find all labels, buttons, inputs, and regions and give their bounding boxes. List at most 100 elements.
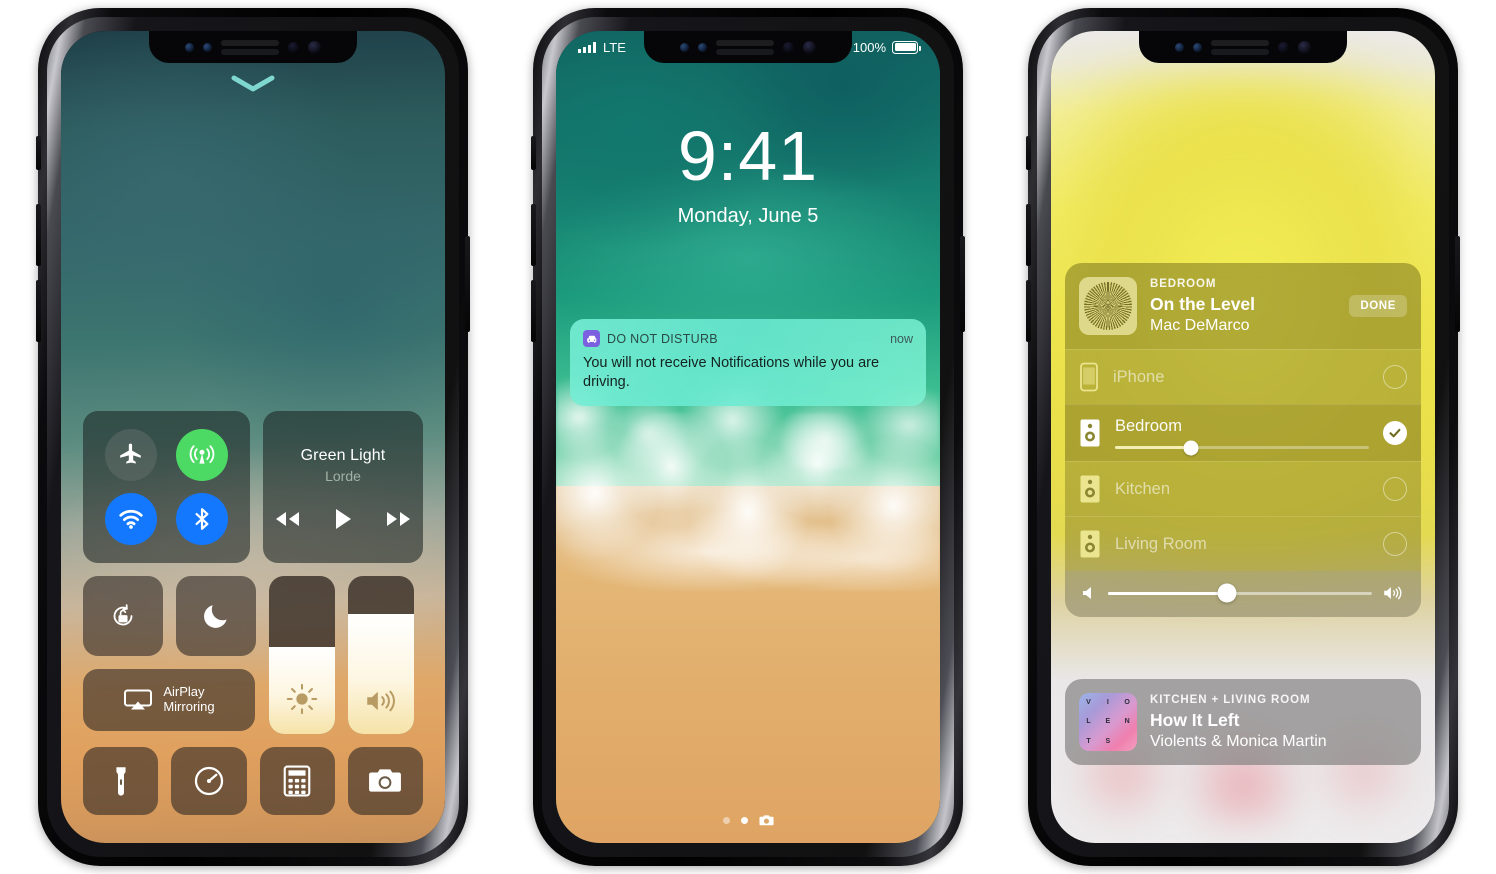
- page-dot-2[interactable]: [740, 817, 748, 824]
- done-button[interactable]: DONE: [1349, 295, 1407, 317]
- earpiece-speaker: [1211, 39, 1269, 55]
- album-artwork-violents: V I O L E N T S: [1079, 693, 1137, 751]
- page-dot-1[interactable]: [722, 817, 730, 824]
- flashlight-button[interactable]: [83, 747, 159, 815]
- rotation-lock-button[interactable]: [83, 576, 163, 656]
- camera-icon: [758, 815, 774, 826]
- notification-app-name: DO NOT DISTURB: [607, 331, 718, 346]
- volume-slider-track[interactable]: [348, 576, 414, 734]
- master-volume-slider[interactable]: [1108, 583, 1372, 603]
- rewind-icon: [276, 512, 299, 526]
- flashlight-icon: [116, 767, 126, 796]
- airplane-icon: [119, 443, 141, 464]
- airplay-mirroring-button[interactable]: AirPlay Mirroring: [83, 669, 255, 731]
- airplane-mode-toggle[interactable]: [104, 429, 157, 481]
- wifi-toggle[interactable]: [104, 493, 157, 545]
- cellular-data-toggle[interactable]: [176, 429, 229, 481]
- cc-row-connectivity-media: Green Light Lorde: [83, 411, 423, 563]
- control-center-grid: Green Light Lorde AirPlay Mirroring: [83, 411, 423, 815]
- airplay-device-list: iPhone Bedroom Kitchen Living Room: [1065, 349, 1421, 571]
- volume-down-button[interactable]: [531, 280, 536, 342]
- airplay-label-line1: AirPlay: [163, 684, 205, 700]
- power-button[interactable]: [960, 236, 965, 332]
- screen: Green Light Lorde AirPlay Mirroring: [61, 31, 445, 843]
- dot-projector-icon: [1278, 41, 1289, 53]
- volume-up-button[interactable]: [1026, 204, 1031, 266]
- brightness-slider-track[interactable]: [269, 576, 335, 734]
- volume-down-button[interactable]: [1026, 280, 1031, 342]
- now-playing-tile[interactable]: Green Light Lorde: [263, 411, 423, 563]
- master-volume-row: [1065, 571, 1421, 617]
- do-not-disturb-button[interactable]: [176, 576, 256, 656]
- rewind-button[interactable]: [273, 509, 301, 529]
- airplay-select-circle[interactable]: [1383, 477, 1407, 501]
- mute-switch[interactable]: [1026, 136, 1031, 170]
- speaker-grille-top: [221, 39, 279, 46]
- media-controls: [273, 507, 413, 531]
- volume-up-button[interactable]: [36, 204, 41, 266]
- bluetooth-icon: [195, 508, 209, 530]
- airplay-device-name: Bedroom: [1115, 417, 1182, 435]
- airplay-select-circle[interactable]: [1383, 365, 1407, 389]
- speaker-grille-top: [1211, 39, 1269, 46]
- power-button[interactable]: [465, 236, 470, 332]
- volume-up-button[interactable]: [531, 204, 536, 266]
- screen: BEDROOM On the Level Mac DeMarco DONE iP…: [1051, 31, 1435, 843]
- mute-switch[interactable]: [36, 136, 41, 170]
- bedroom-volume-slider[interactable]: [1115, 440, 1369, 455]
- volume-down-button[interactable]: [36, 280, 41, 342]
- chevron-down-icon[interactable]: [231, 75, 275, 93]
- mute-switch[interactable]: [531, 136, 536, 170]
- camera-shortcut-button[interactable]: [758, 814, 774, 827]
- airplay-select-circle-checked[interactable]: [1383, 421, 1407, 445]
- dot-projector-icon: [288, 41, 299, 53]
- now-playing-artist: Mac DeMarco: [1150, 316, 1250, 334]
- airplay-device-living-room[interactable]: Living Room: [1065, 516, 1421, 571]
- speaker-grille-bottom: [1211, 48, 1269, 55]
- carrier-label: LTE: [603, 39, 626, 55]
- scene: Green Light Lorde AirPlay Mirroring LTE …: [0, 0, 1496, 874]
- now-playing-header: BEDROOM On the Level Mac DeMarco DONE: [1065, 263, 1421, 349]
- fast-forward-icon: [387, 512, 410, 526]
- airplay-second-card[interactable]: V I O L E N T S KITCHEN + LIVING ROOM Ho…: [1065, 679, 1421, 765]
- art-letter: V: [1086, 699, 1092, 707]
- now-playing-room: BEDROOM: [1150, 277, 1217, 290]
- iphone-icon: [1080, 362, 1098, 392]
- brightness-slider[interactable]: [269, 576, 335, 734]
- clock-date: Monday, June 5: [677, 205, 819, 227]
- bedroom-volume-fill: [1115, 446, 1192, 449]
- volume-slider[interactable]: [348, 576, 414, 734]
- notification-body: You will not receive Notifications while…: [583, 355, 880, 391]
- fast-forward-button[interactable]: [385, 509, 413, 529]
- battery-full-icon: [892, 40, 921, 54]
- proximity-sensor-icon: [185, 42, 194, 52]
- play-button[interactable]: [333, 507, 353, 531]
- airplay-screen: BEDROOM On the Level Mac DeMarco DONE iP…: [1051, 31, 1435, 843]
- airplay-device-kitchen[interactable]: Kitchen: [1065, 461, 1421, 516]
- status-bar-left: LTE: [578, 40, 626, 55]
- checkmark-icon: [1389, 428, 1401, 438]
- notification-header: DO NOT DISTURB now: [583, 330, 913, 347]
- phone-control-center: Green Light Lorde AirPlay Mirroring: [36, 8, 470, 866]
- master-volume-knob[interactable]: [1217, 583, 1237, 603]
- speaker-high-icon: [1384, 586, 1402, 600]
- timer-button[interactable]: [171, 747, 247, 815]
- cellular-antenna-icon: [189, 445, 215, 464]
- bedroom-volume-knob[interactable]: [1183, 440, 1199, 455]
- airplay-device-bedroom[interactable]: Bedroom: [1065, 404, 1421, 461]
- proximity-sensor-icon: [1175, 42, 1184, 52]
- notification-banner[interactable]: DO NOT DISTURB now You will not receive …: [570, 319, 926, 406]
- lock-screen-bottom: [556, 814, 940, 827]
- airplay-device-iphone[interactable]: iPhone: [1065, 349, 1421, 404]
- bluetooth-toggle[interactable]: [176, 493, 229, 545]
- speaker-icon: [1080, 530, 1100, 558]
- now-playing-text: BEDROOM On the Level Mac DeMarco: [1150, 278, 1336, 335]
- airplay-select-circle[interactable]: [1383, 532, 1407, 556]
- art-letter: I: [1106, 699, 1110, 707]
- control-center-screen: Green Light Lorde AirPlay Mirroring: [61, 31, 445, 843]
- power-button[interactable]: [1455, 236, 1460, 332]
- master-volume-fill: [1108, 591, 1227, 595]
- notch: [149, 31, 357, 63]
- calculator-button[interactable]: [259, 747, 335, 815]
- camera-button[interactable]: [347, 747, 423, 815]
